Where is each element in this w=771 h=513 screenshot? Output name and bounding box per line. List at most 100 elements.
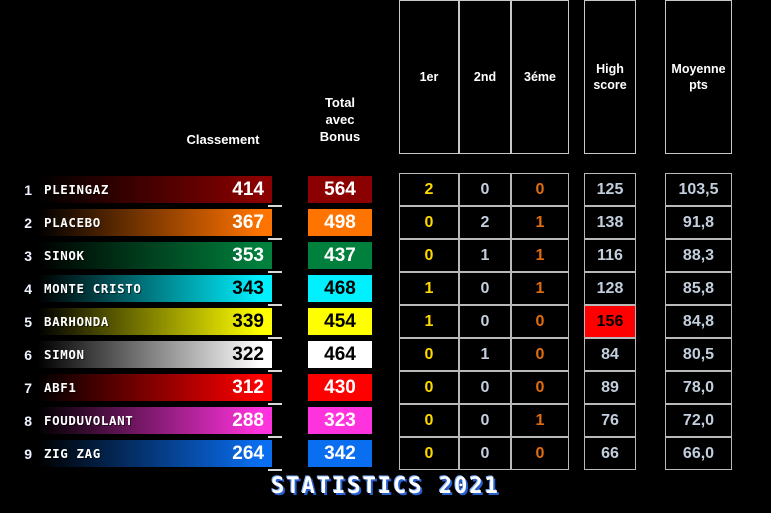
average-points-cell: 66,0 — [665, 437, 732, 470]
high-score-cell: 84 — [584, 338, 636, 371]
table-row: 9 ZIG ZAG 264 342 — [0, 437, 380, 470]
total-avec-bonus-cell: 468 — [308, 275, 372, 302]
second-place-cell: 0 — [459, 437, 511, 470]
second-place-cell: 1 — [459, 338, 511, 371]
classement-bar: PLACEBO 367 — [38, 209, 272, 236]
total-avec-bonus-cell: 498 — [308, 209, 372, 236]
first-place-column-header: 1er — [399, 0, 459, 154]
high-score-cell: 116 — [584, 239, 636, 272]
classement-bar: SINOK 353 — [38, 242, 272, 269]
classement-points: 264 — [232, 442, 264, 464]
third-place-cell: 1 — [511, 272, 569, 305]
team-name: BARHONDA — [44, 314, 110, 329]
total-avec-bonus-cell: 437 — [308, 242, 372, 269]
rank-number: 4 — [24, 280, 32, 297]
second-place-column-header: 2nd — [459, 0, 511, 154]
classement-points: 288 — [232, 409, 264, 431]
total-avec-bonus-cell: 454 — [308, 308, 372, 335]
team-name: PLEINGAZ — [44, 182, 110, 197]
third-place-column-header: 3éme — [511, 0, 569, 154]
first-place-cell: 1 — [399, 272, 459, 305]
table-row: 1 PLEINGAZ 414 564 — [0, 173, 380, 206]
high-score-cell: 66 — [584, 437, 636, 470]
total-avec-bonus-cell: 430 — [308, 374, 372, 401]
average-points-cell: 88,3 — [665, 239, 732, 272]
team-name: ZIG ZAG — [44, 446, 101, 461]
team-name: MONTE CRISTO — [44, 281, 142, 296]
high-score-cell: 76 — [584, 404, 636, 437]
classement-points: 353 — [232, 244, 264, 266]
rank-number: 2 — [24, 214, 32, 231]
classement-points: 312 — [232, 376, 264, 398]
first-place-cell: 0 — [399, 404, 459, 437]
high-score-cell: 156 — [584, 305, 636, 338]
classement-bar: ZIG ZAG 264 — [38, 440, 272, 467]
second-place-cell: 0 — [459, 404, 511, 437]
rank-number: 1 — [24, 181, 32, 198]
first-place-cell: 0 — [399, 239, 459, 272]
classement-bar: BARHONDA 339 — [38, 308, 272, 335]
table-row: 2 PLACEBO 367 498 — [0, 206, 380, 239]
total-avec-bonus-cell: 323 — [308, 407, 372, 434]
second-place-cell: 0 — [459, 173, 511, 206]
first-place-cell: 0 — [399, 206, 459, 239]
high-score-column-header: High score — [584, 0, 636, 154]
average-points-cell: 78,0 — [665, 371, 732, 404]
first-place-cell: 2 — [399, 173, 459, 206]
high-score-cell: 89 — [584, 371, 636, 404]
classement-bar: MONTE CRISTO 343 — [38, 275, 272, 302]
classement-column-header: Classement — [186, 132, 260, 147]
rank-number: 8 — [24, 412, 32, 429]
first-place-cell: 0 — [399, 338, 459, 371]
classement-points: 343 — [232, 277, 264, 299]
table-row: 4 MONTE CRISTO 343 468 — [0, 272, 380, 305]
table-row: 5 BARHONDA 339 454 — [0, 305, 380, 338]
table-row: 8 FOUDUVOLANT 288 323 — [0, 404, 380, 437]
third-place-cell: 0 — [511, 437, 569, 470]
total-avec-bonus-cell: 464 — [308, 341, 372, 368]
classement-bar: PLEINGAZ 414 — [38, 176, 272, 203]
rank-number: 5 — [24, 313, 32, 330]
third-place-cell: 0 — [511, 338, 569, 371]
third-place-cell: 0 — [511, 173, 569, 206]
team-name: ABF1 — [44, 380, 77, 395]
classement-points: 339 — [232, 310, 264, 332]
table-row: 6 SIMON 322 464 — [0, 338, 380, 371]
rank-number: 6 — [24, 346, 32, 363]
total-avec-bonus-column-header: Total avec Bonus — [319, 95, 361, 144]
high-score-cell: 125 — [584, 173, 636, 206]
average-points-cell: 103,5 — [665, 173, 732, 206]
second-place-cell: 0 — [459, 305, 511, 338]
classement-bar: FOUDUVOLANT 288 — [38, 407, 272, 434]
first-place-cell: 0 — [399, 371, 459, 404]
classement-points: 322 — [232, 343, 264, 365]
average-points-cell: 84,8 — [665, 305, 732, 338]
table-row: 7 ABF1 312 430 — [0, 371, 380, 404]
third-place-cell: 1 — [511, 206, 569, 239]
average-points-column-header: Moyenne pts — [665, 0, 732, 154]
team-name: SIMON — [44, 347, 85, 362]
classement-bar: ABF1 312 — [38, 374, 272, 401]
third-place-cell: 0 — [511, 371, 569, 404]
classement-bar: SIMON 322 — [38, 341, 272, 368]
third-place-cell: 1 — [511, 239, 569, 272]
first-place-cell: 0 — [399, 437, 459, 470]
total-avec-bonus-cell: 564 — [308, 176, 372, 203]
team-name: FOUDUVOLANT — [44, 413, 134, 428]
second-place-cell: 2 — [459, 206, 511, 239]
second-place-cell: 0 — [459, 371, 511, 404]
table-row: 3 SINOK 353 437 — [0, 239, 380, 272]
first-place-cell: 1 — [399, 305, 459, 338]
average-points-cell: 91,8 — [665, 206, 732, 239]
second-place-cell: 1 — [459, 239, 511, 272]
classement-points: 414 — [232, 178, 264, 200]
high-score-cell: 138 — [584, 206, 636, 239]
classement-points: 367 — [232, 211, 264, 233]
team-name: PLACEBO — [44, 215, 101, 230]
rank-number: 9 — [24, 445, 32, 462]
statistics-board: Classement Total avec Bonus 1er 2nd 3éme… — [0, 0, 771, 513]
average-points-cell: 85,8 — [665, 272, 732, 305]
high-score-cell: 128 — [584, 272, 636, 305]
rank-number: 7 — [24, 379, 32, 396]
average-points-cell: 72,0 — [665, 404, 732, 437]
